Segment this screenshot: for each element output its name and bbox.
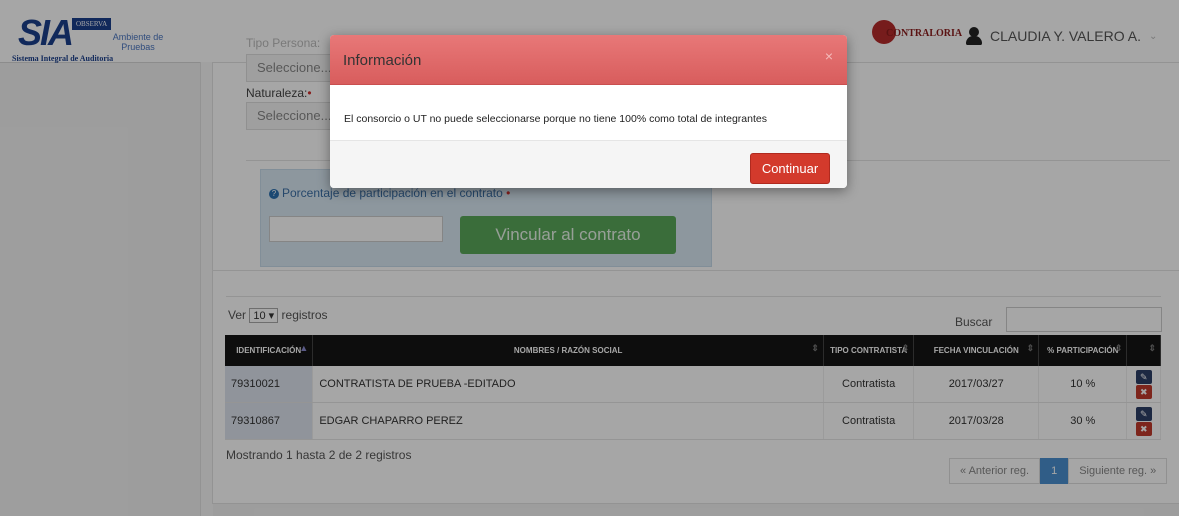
dialog-footer: Continuar [330, 140, 847, 188]
dialog-message: El consorcio o UT no puede seleccionarse… [344, 113, 767, 125]
dialog-title: Información [343, 52, 422, 69]
close-icon[interactable]: × [825, 48, 833, 64]
info-dialog: Información × El consorcio o UT no puede… [330, 35, 847, 188]
continuar-button[interactable]: Continuar [750, 153, 830, 184]
dialog-header: Información × [330, 35, 847, 85]
